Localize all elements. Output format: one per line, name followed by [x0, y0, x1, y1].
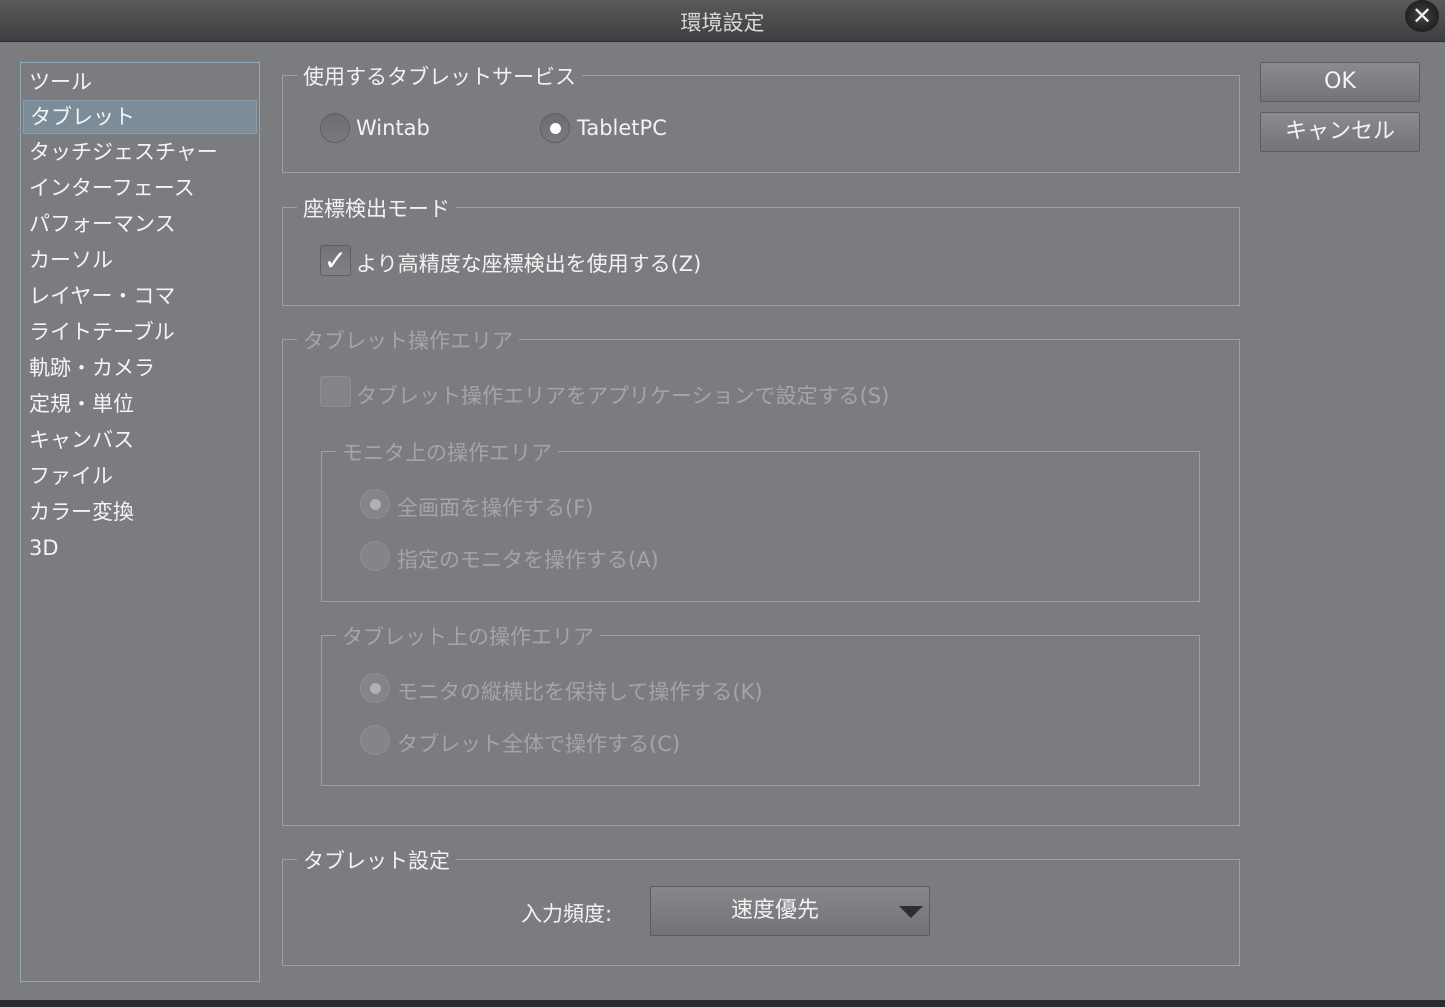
sidebar-item-canvas[interactable]: キャンバス: [23, 422, 257, 458]
cancel-button[interactable]: キャンセル: [1260, 112, 1420, 152]
wintab-radio[interactable]: [320, 113, 350, 143]
dropdown-arrow-icon: [899, 906, 923, 918]
bottom-edge: [0, 1000, 1445, 1007]
input-frequency-label: 入力頻度:: [521, 902, 613, 926]
specified-monitor-label[interactable]: 指定のモニタを操作する(A): [397, 544, 659, 574]
group-legend: タブレット上の操作エリア: [336, 621, 600, 651]
sidebar-item-file[interactable]: ファイル: [23, 458, 257, 494]
monitor-area-group: モニタ上の操作エリア: [321, 437, 1200, 602]
sidebar-item-layer-frame[interactable]: レイヤー・コマ: [23, 278, 257, 314]
group-legend: タブレット操作エリア: [297, 325, 519, 355]
keep-aspect-label[interactable]: モニタの縦横比を保持して操作する(K): [397, 676, 763, 706]
sidebar-item-cursor[interactable]: カーソル: [23, 242, 257, 278]
input-frequency-value: 速度優先: [730, 898, 819, 923]
sidebar-item-interface[interactable]: インターフェース: [23, 170, 257, 206]
whole-tablet-label[interactable]: タブレット全体で操作する(C): [397, 728, 680, 758]
sidebar-item-touch-gesture[interactable]: タッチジェスチャー: [23, 134, 257, 170]
tabletpc-radio[interactable]: [540, 113, 570, 143]
app-area-checkbox[interactable]: [320, 376, 351, 407]
app-area-label[interactable]: タブレット操作エリアをアプリケーションで設定する(S): [356, 380, 889, 410]
sidebar-item-color-conversion[interactable]: カラー変換: [23, 494, 257, 530]
whole-tablet-radio[interactable]: [360, 725, 390, 755]
full-screen-label[interactable]: 全画面を操作する(F): [397, 492, 593, 522]
sidebar-item-ruler-unit[interactable]: 定規・単位: [23, 386, 257, 422]
ok-button[interactable]: OK: [1260, 62, 1420, 102]
tablet-area-group: タブレット上の操作エリア: [321, 621, 1200, 786]
group-legend: モニタ上の操作エリア: [336, 437, 558, 467]
group-legend: 座標検出モード: [297, 193, 456, 223]
sidebar-item-trail-camera[interactable]: 軌跡・カメラ: [23, 350, 257, 386]
keep-aspect-radio[interactable]: [360, 673, 390, 703]
sidebar-item-performance[interactable]: パフォーマンス: [23, 206, 257, 242]
sidebar-item-light-table[interactable]: ライトテーブル: [23, 314, 257, 350]
group-legend: タブレット設定: [297, 845, 456, 875]
sidebar-item-3d[interactable]: 3D: [23, 530, 257, 566]
sidebar-item-tablet[interactable]: タブレット: [23, 100, 257, 134]
category-list: ツール タブレット タッチジェスチャー インターフェース パフォーマンス カーソ…: [20, 62, 260, 982]
input-frequency-select[interactable]: 速度優先: [650, 886, 930, 936]
window-title: 環境設定: [680, 11, 765, 35]
title-bar: 環境設定 ✕: [0, 0, 1445, 42]
full-screen-radio[interactable]: [360, 489, 390, 519]
high-precision-checkbox[interactable]: ✓: [320, 245, 351, 276]
high-precision-label[interactable]: より高精度な座標検出を使用する(Z): [356, 248, 701, 278]
wintab-label[interactable]: Wintab: [356, 116, 430, 140]
group-legend: 使用するタブレットサービス: [297, 61, 582, 91]
specified-monitor-radio[interactable]: [360, 541, 390, 571]
tabletpc-label[interactable]: TabletPC: [577, 116, 667, 140]
close-icon[interactable]: ✕: [1405, 0, 1439, 32]
sidebar-item-tool[interactable]: ツール: [23, 64, 257, 100]
